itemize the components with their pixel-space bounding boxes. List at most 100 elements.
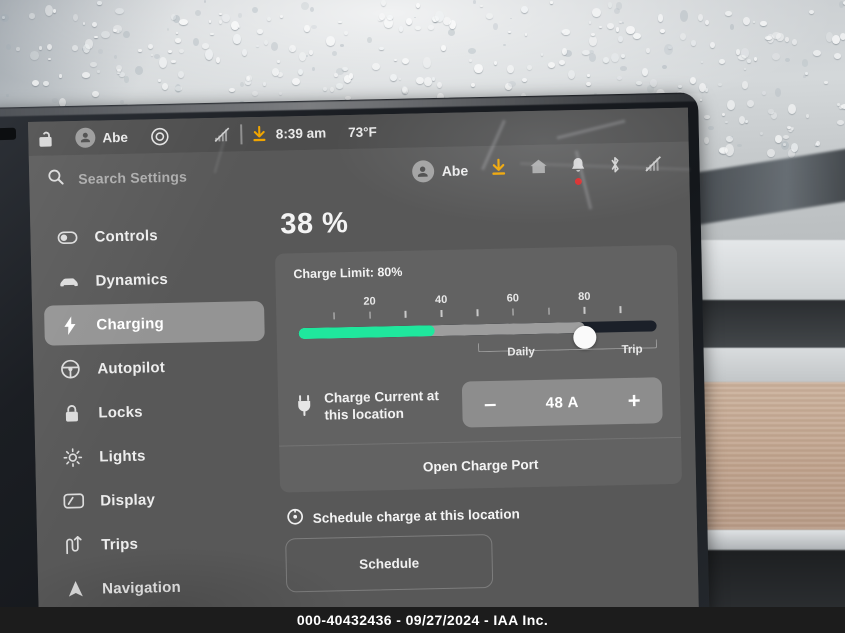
schedule-charge-label: Schedule charge at this location bbox=[312, 505, 520, 526]
rain-drop bbox=[633, 33, 641, 39]
rain-drop bbox=[311, 25, 318, 30]
rain-drop bbox=[252, 91, 258, 96]
rain-drop bbox=[448, 29, 456, 36]
search-icon bbox=[47, 168, 64, 190]
sidebar-item-display[interactable]: Display bbox=[48, 477, 269, 522]
charge-current-decrement-button[interactable]: – bbox=[478, 391, 502, 416]
notifications-bell-icon[interactable] bbox=[570, 156, 586, 185]
rain-drop bbox=[242, 49, 247, 56]
slider-mode-label: Trip bbox=[621, 343, 643, 357]
rain-drop bbox=[718, 83, 722, 86]
status-bar-time: 8:39 am bbox=[275, 125, 327, 142]
software-update-download-icon[interactable] bbox=[490, 158, 507, 181]
rain-drop bbox=[219, 20, 222, 24]
rain-drop bbox=[428, 25, 434, 31]
rain-drop bbox=[306, 55, 309, 58]
schedule-button[interactable]: Schedule bbox=[285, 533, 494, 593]
rain-drop bbox=[840, 33, 845, 40]
rain-drop bbox=[148, 44, 154, 50]
slider-tick bbox=[476, 309, 479, 317]
charge-current-increment-button[interactable]: + bbox=[622, 388, 646, 413]
sidebar-item-label: Dynamics bbox=[95, 270, 169, 290]
sidebar-item-label: Navigation bbox=[102, 578, 182, 597]
rain-drop bbox=[441, 45, 447, 51]
sentry-mode-icon[interactable] bbox=[150, 126, 169, 145]
sidebar-item-lights[interactable]: Lights bbox=[47, 433, 268, 478]
slider-tick bbox=[440, 310, 443, 318]
toggle-switch-icon bbox=[56, 230, 78, 244]
sidebar-item-controls[interactable]: Controls bbox=[42, 213, 263, 258]
rain-drop bbox=[437, 82, 443, 89]
rain-drop bbox=[809, 10, 815, 15]
rain-drop bbox=[416, 77, 424, 85]
rain-drop bbox=[617, 76, 623, 81]
sidebar-item-navigation[interactable]: Navigation bbox=[50, 565, 271, 610]
rain-drop bbox=[725, 144, 734, 156]
toolbar-profile[interactable]: Abe bbox=[411, 159, 468, 183]
rain-drop bbox=[205, 49, 214, 61]
rain-drop bbox=[802, 59, 809, 67]
schedule-clock-icon bbox=[286, 508, 304, 528]
rain-drop bbox=[744, 68, 747, 70]
lightning-bolt-icon bbox=[58, 315, 80, 335]
auction-watermark-bar: 000-40432436 - 09/27/2024 - IAA Inc. bbox=[0, 607, 845, 633]
sidebar-item-label: Lights bbox=[99, 447, 146, 466]
rain-drop bbox=[806, 114, 810, 119]
schedule-charge-row[interactable]: Schedule charge at this location bbox=[286, 500, 682, 529]
status-bar-temperature[interactable]: 73°F bbox=[348, 124, 377, 140]
status-bar-profile[interactable]: Abe bbox=[75, 127, 128, 148]
rain-drop bbox=[30, 51, 39, 60]
sidebar-item-charging[interactable]: Charging bbox=[44, 300, 265, 346]
rain-drop bbox=[473, 0, 477, 4]
unlock-icon[interactable] bbox=[38, 130, 53, 147]
rain-drop bbox=[622, 22, 625, 24]
sidebar-item-autopilot[interactable]: Autopilot bbox=[45, 345, 266, 390]
rain-drop bbox=[508, 81, 517, 87]
rain-drop bbox=[45, 5, 53, 16]
home-icon[interactable] bbox=[529, 158, 548, 180]
rain-drop bbox=[115, 8, 124, 15]
rain-drop bbox=[344, 31, 348, 35]
touchscreen-display[interactable]: Abe 8:39 am 73°F Search Settings Abe Con… bbox=[28, 107, 699, 633]
rain-drop bbox=[168, 50, 173, 54]
cellular-off-icon[interactable] bbox=[644, 155, 663, 177]
rain-drop bbox=[803, 75, 806, 78]
charge-current-stepper[interactable]: – 48 A + bbox=[461, 377, 663, 428]
rain-drop bbox=[527, 65, 532, 71]
rain-drop bbox=[760, 21, 767, 27]
rain-drop bbox=[171, 14, 176, 20]
rain-drop bbox=[101, 31, 110, 39]
open-charge-port-button[interactable]: Open Charge Port bbox=[279, 438, 682, 493]
charge-limit-slider[interactable]: 20 40 60 80 Daily Trip bbox=[298, 289, 658, 363]
bluetooth-icon[interactable] bbox=[608, 155, 623, 179]
rain-drop bbox=[739, 116, 746, 124]
cellular-off-icon[interactable] bbox=[213, 127, 231, 143]
avatar bbox=[411, 160, 434, 183]
sidebar-item-locks[interactable]: Locks bbox=[46, 389, 267, 434]
rain-drop bbox=[158, 79, 161, 83]
slider-tick-label: 80 bbox=[578, 290, 591, 304]
sidebar-item-dynamics[interactable]: Dynamics bbox=[43, 257, 264, 302]
rain-drop bbox=[832, 35, 840, 45]
sidebar-item-trips[interactable]: Trips bbox=[49, 521, 270, 566]
rain-drop bbox=[83, 22, 86, 25]
rain-drop bbox=[471, 83, 476, 88]
rain-drop bbox=[175, 38, 182, 43]
notification-badge-dot bbox=[574, 177, 582, 185]
rain-drop bbox=[98, 49, 103, 54]
search-input[interactable]: Search Settings bbox=[47, 161, 400, 191]
rain-drop bbox=[219, 13, 222, 15]
software-update-download-icon[interactable] bbox=[251, 125, 267, 142]
slider-track[interactable] bbox=[298, 320, 657, 340]
rain-drop bbox=[195, 10, 202, 17]
slider-tick-label: 60 bbox=[506, 292, 520, 305]
rain-drop bbox=[559, 60, 566, 66]
rain-drop bbox=[97, 70, 100, 74]
rain-drop bbox=[334, 73, 338, 77]
rain-drop bbox=[603, 57, 610, 63]
rain-drop bbox=[680, 33, 687, 41]
rain-drop bbox=[636, 81, 643, 85]
rain-drop bbox=[344, 75, 352, 83]
avatar bbox=[75, 127, 96, 148]
sidebar-item-label: Locks bbox=[98, 403, 143, 422]
